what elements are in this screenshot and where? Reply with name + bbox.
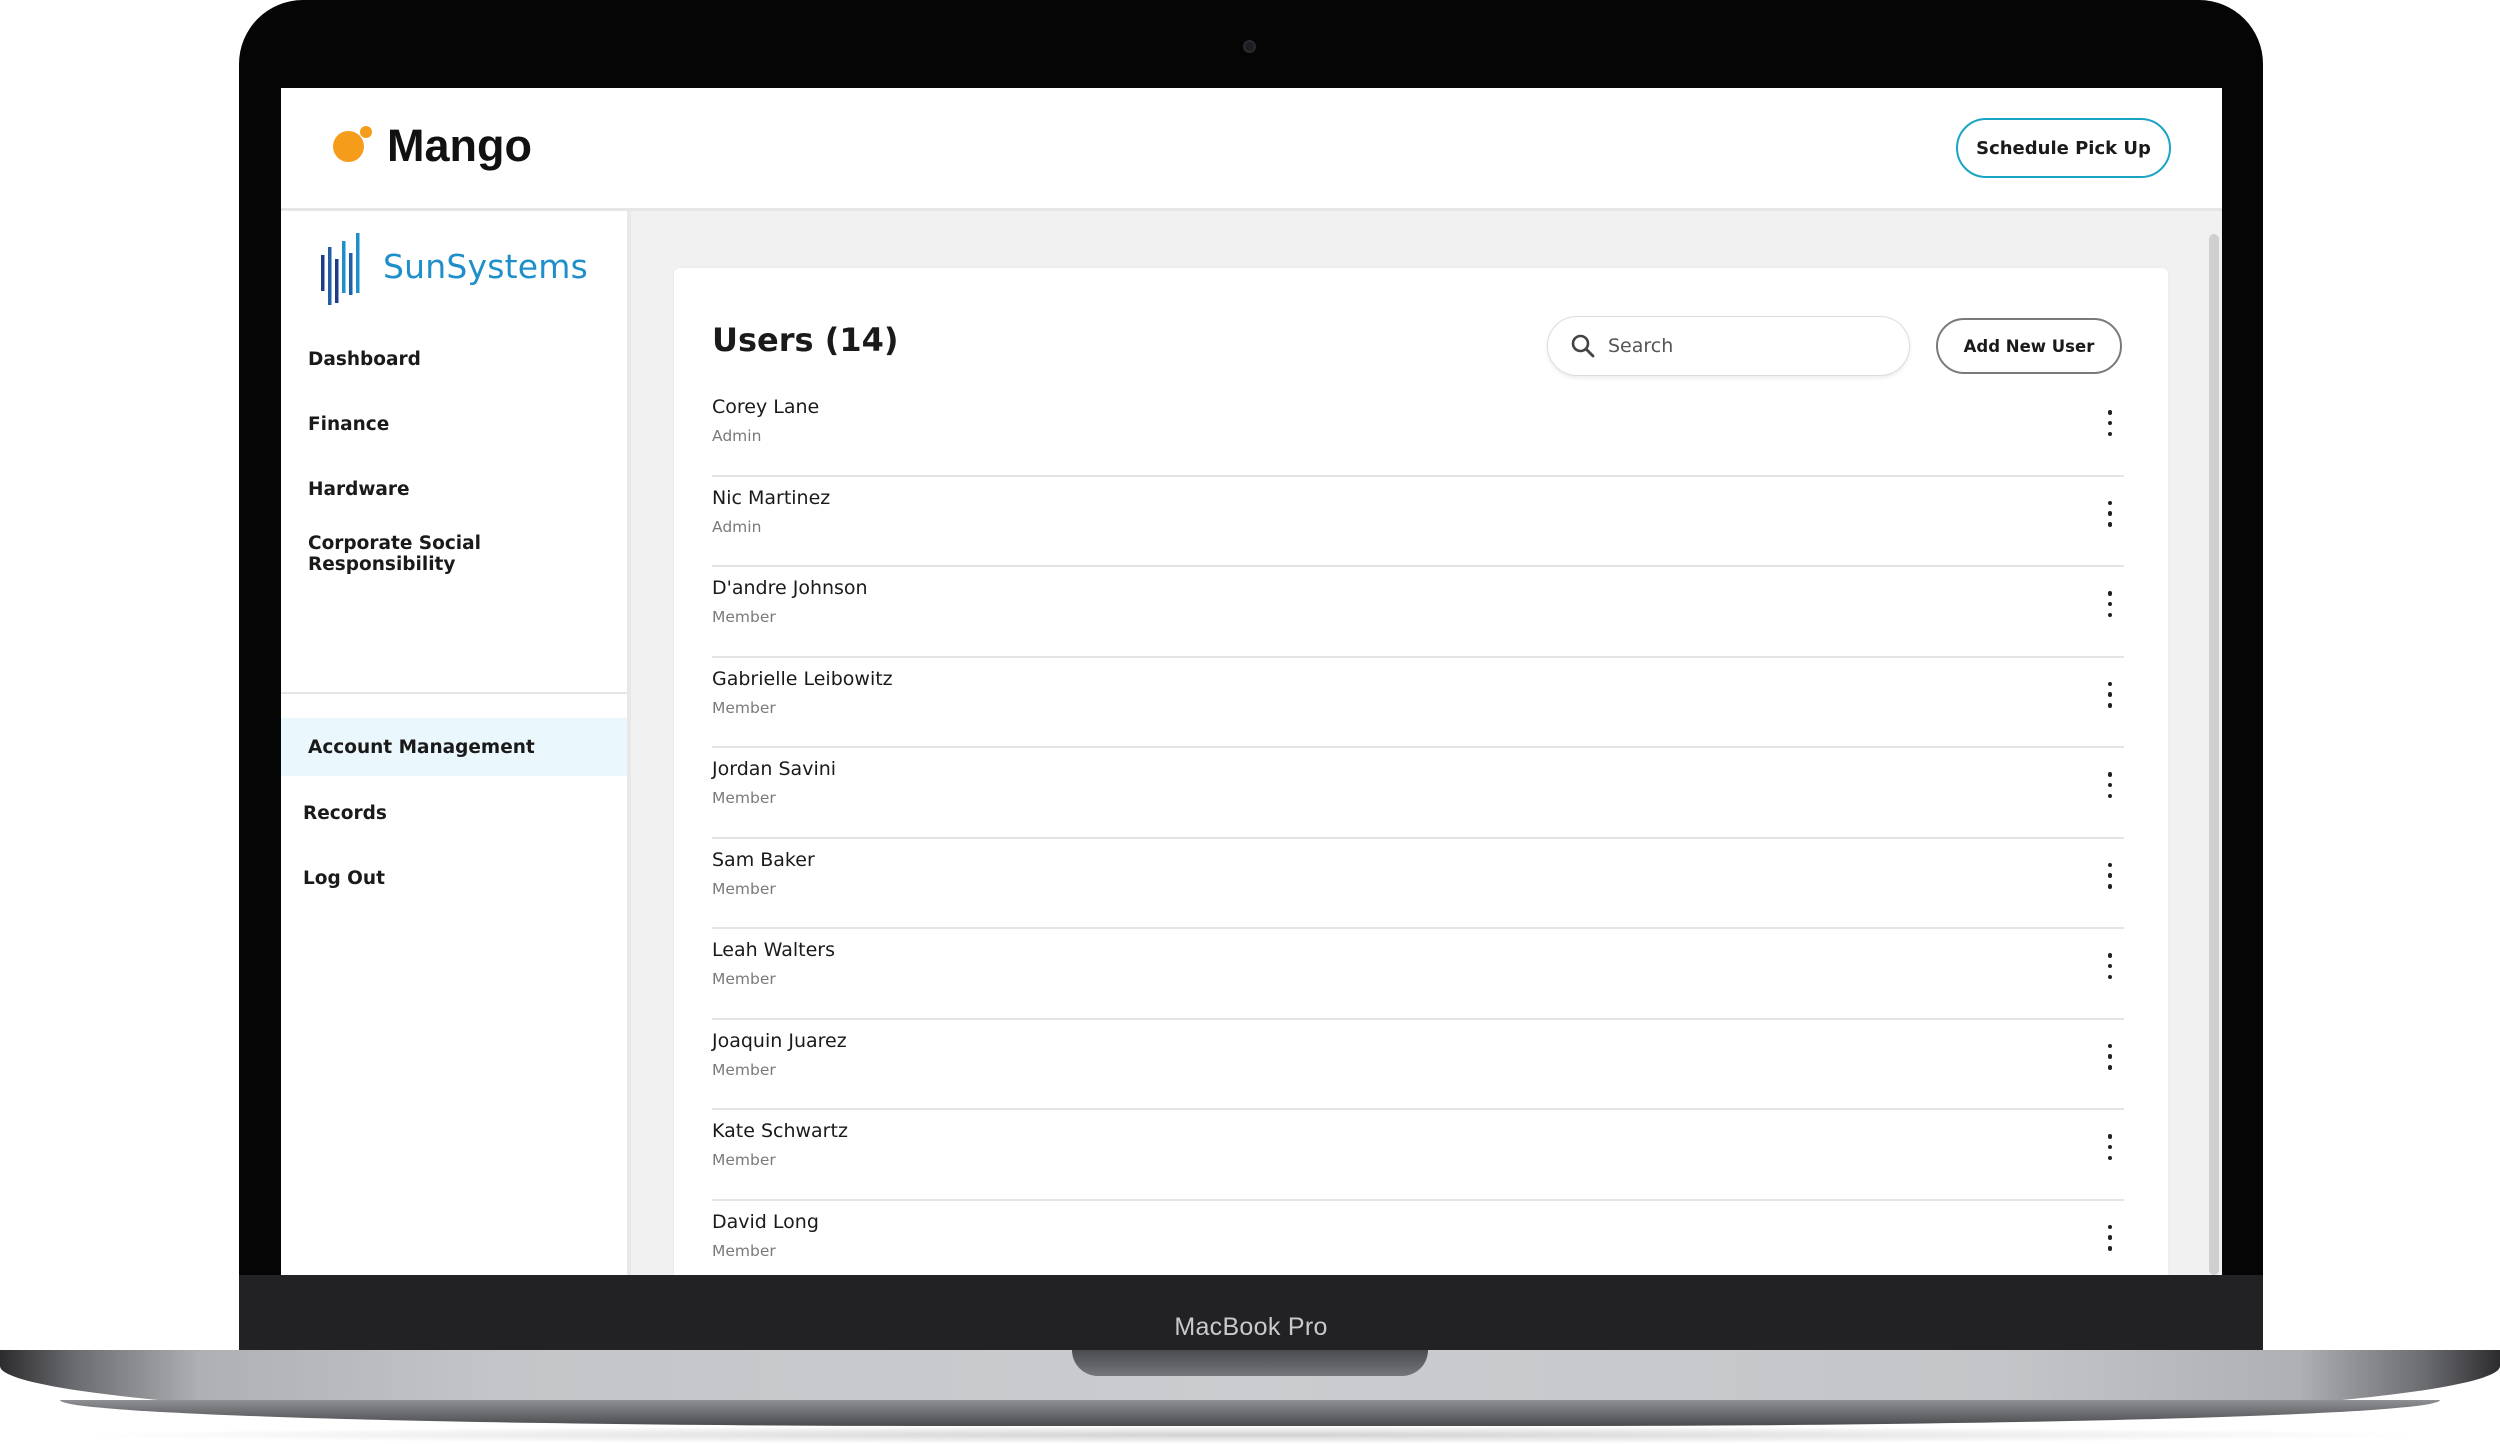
more-options-icon[interactable] bbox=[2102, 591, 2118, 617]
table-row[interactable]: Corey Lane Admin bbox=[712, 386, 2124, 477]
mango-logo-icon-dot bbox=[360, 126, 372, 138]
user-name: Gabrielle Leibowitz bbox=[712, 667, 893, 690]
user-role: Member bbox=[712, 970, 776, 988]
company-logo: SunSystems bbox=[321, 233, 621, 313]
user-name: D'andre Johnson bbox=[712, 577, 868, 599]
camera bbox=[1243, 40, 1256, 53]
search-input[interactable] bbox=[1608, 329, 1888, 363]
laptop-chin: MacBook Pro bbox=[239, 1275, 2263, 1352]
sidebar-item-records[interactable]: Records bbox=[281, 784, 627, 842]
user-role: Member bbox=[712, 698, 776, 717]
user-role: Member bbox=[712, 789, 776, 807]
scrollbar-thumb[interactable] bbox=[2209, 234, 2219, 1275]
user-name: Kate Schwartz bbox=[712, 1120, 848, 1142]
user-name: Corey Lane bbox=[712, 396, 820, 418]
top-bar: Mango Schedule Pick Up bbox=[281, 88, 2222, 211]
laptop-shadow bbox=[60, 1426, 2440, 1444]
more-options-icon[interactable] bbox=[2102, 410, 2118, 436]
mango-logo-icon bbox=[333, 131, 364, 162]
table-row[interactable]: Gabrielle Leibowitz Member bbox=[712, 658, 2124, 748]
table-row[interactable]: Leah Walters Member bbox=[712, 929, 2124, 1020]
sidebar-item-finance[interactable]: Finance bbox=[281, 395, 627, 453]
sidebar-item-dashboard[interactable]: Dashboard bbox=[281, 330, 627, 388]
user-name: Nic Martinez bbox=[712, 486, 831, 509]
table-row[interactable]: Sam Baker Member bbox=[712, 839, 2124, 929]
user-role: Admin bbox=[712, 517, 762, 536]
users-panel: Users (14) Add New User Corey Lane Admin… bbox=[674, 268, 2168, 1275]
user-name: David Long bbox=[712, 1210, 819, 1233]
user-name: Sam Baker bbox=[712, 848, 815, 871]
sidebar-item-hardware[interactable]: Hardware bbox=[281, 460, 627, 518]
sidebar-item-account-management[interactable]: Account Management bbox=[281, 718, 627, 776]
device-label: MacBook Pro bbox=[1174, 1313, 1328, 1341]
user-role: Member bbox=[712, 608, 776, 626]
app-screen: Mango Schedule Pick Up SunSystems Dashbo… bbox=[281, 88, 2222, 1275]
company-name: SunSystems bbox=[383, 247, 589, 286]
user-role: Member bbox=[712, 1151, 776, 1169]
user-list: Corey Lane Admin Nic Martinez Admin D'an… bbox=[712, 386, 2124, 1275]
more-options-icon[interactable] bbox=[2102, 1224, 2118, 1251]
laptop-notch bbox=[1072, 1350, 1428, 1376]
user-role: Admin bbox=[712, 427, 762, 445]
table-row[interactable]: David Long Member bbox=[712, 1201, 2124, 1276]
user-name: Leah Walters bbox=[712, 939, 836, 961]
add-new-user-button[interactable]: Add New User bbox=[1936, 318, 2122, 374]
table-row[interactable]: Nic Martinez Admin bbox=[712, 477, 2124, 567]
more-options-icon[interactable] bbox=[2102, 681, 2118, 708]
more-options-icon[interactable] bbox=[2102, 1043, 2118, 1070]
more-options-icon[interactable] bbox=[2102, 500, 2118, 527]
sidebar-divider bbox=[281, 692, 627, 694]
sidebar-item-log-out[interactable]: Log Out bbox=[281, 849, 627, 907]
more-options-icon[interactable] bbox=[2102, 953, 2118, 979]
brand-name: Mango bbox=[387, 120, 532, 171]
search-box[interactable] bbox=[1547, 316, 1910, 376]
user-role: Member bbox=[712, 1060, 776, 1079]
table-row[interactable]: Joaquin Juarez Member bbox=[712, 1020, 2124, 1110]
user-role: Member bbox=[712, 1241, 776, 1260]
user-name: Jordan Savini bbox=[712, 758, 837, 780]
table-row[interactable]: Kate Schwartz Member bbox=[712, 1110, 2124, 1201]
sunsystems-logo-icon bbox=[321, 233, 360, 305]
table-row[interactable]: D'andre Johnson Member bbox=[712, 567, 2124, 658]
page-title: Users (14) bbox=[712, 321, 899, 359]
user-name: Joaquin Juarez bbox=[712, 1029, 847, 1052]
search-icon bbox=[1571, 334, 1595, 358]
sidebar-item-corporate-social-responsibility[interactable]: Corporate Social Responsibility bbox=[281, 525, 627, 583]
user-role: Member bbox=[712, 879, 776, 898]
more-options-icon[interactable] bbox=[2102, 772, 2118, 798]
more-options-icon[interactable] bbox=[2102, 1134, 2118, 1160]
schedule-pick-up-button[interactable]: Schedule Pick Up bbox=[1956, 118, 2171, 178]
table-row[interactable]: Jordan Savini Member bbox=[712, 748, 2124, 839]
sidebar: SunSystems Dashboard Finance Hardware Co… bbox=[281, 211, 631, 1275]
more-options-icon[interactable] bbox=[2102, 862, 2118, 889]
